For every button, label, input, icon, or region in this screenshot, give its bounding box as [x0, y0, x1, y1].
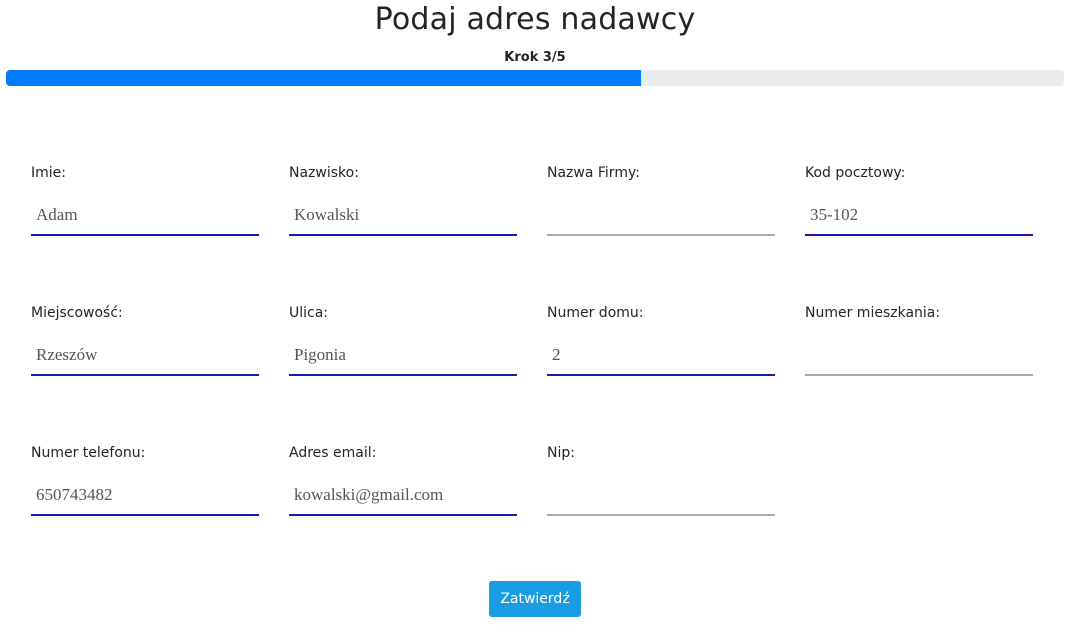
- ulica-input[interactable]: [289, 336, 517, 376]
- page-title: Podaj adres nadawcy: [374, 2, 696, 37]
- imie-input[interactable]: [31, 196, 259, 236]
- field-nazwisko: Nazwisko:: [289, 163, 517, 236]
- progress-bar-track: [6, 70, 1064, 86]
- adres-email-input[interactable]: [289, 476, 517, 516]
- ulica-label: Ulica:: [289, 305, 329, 321]
- submit-button[interactable]: Zatwierdź: [489, 581, 581, 617]
- numer-mieszkania-input[interactable]: [805, 336, 1033, 376]
- nip-input[interactable]: [547, 476, 775, 516]
- numer-telefonu-input[interactable]: [31, 476, 259, 516]
- nazwa-firmy-input[interactable]: [547, 196, 775, 236]
- numer-domu-label: Numer domu:: [547, 305, 644, 321]
- field-imie: Imie:: [31, 163, 259, 236]
- field-numer-telefonu: Numer telefonu:: [31, 443, 259, 516]
- numer-telefonu-label: Numer telefonu:: [31, 445, 146, 461]
- field-numer-mieszkania: Numer mieszkania:: [805, 303, 1033, 376]
- nip-label: Nip:: [547, 445, 575, 461]
- adres-email-label: Adres email:: [289, 445, 377, 461]
- field-nazwa-firmy: Nazwa Firmy:: [547, 163, 775, 236]
- progress-bar-fill: [6, 70, 641, 86]
- field-adres-email: Adres email:: [289, 443, 517, 516]
- kod-pocztowy-label: Kod pocztowy:: [805, 165, 906, 181]
- field-numer-domu: Numer domu:: [547, 303, 775, 376]
- field-ulica: Ulica:: [289, 303, 517, 376]
- nazwisko-label: Nazwisko:: [289, 165, 359, 181]
- miejscowosc-input[interactable]: [31, 336, 259, 376]
- kod-pocztowy-input[interactable]: [805, 196, 1033, 236]
- miejscowosc-label: Miejscowość:: [31, 305, 123, 321]
- field-kod-pocztowy: Kod pocztowy:: [805, 163, 1033, 236]
- numer-domu-input[interactable]: [547, 336, 775, 376]
- numer-mieszkania-label: Numer mieszkania:: [805, 305, 941, 321]
- nazwisko-input[interactable]: [289, 196, 517, 236]
- field-miejscowosc: Miejscowość:: [31, 303, 259, 376]
- imie-label: Imie:: [31, 165, 66, 181]
- step-indicator: Krok 3/5: [504, 50, 566, 65]
- nazwa-firmy-label: Nazwa Firmy:: [547, 165, 640, 181]
- field-nip: Nip:: [547, 443, 775, 516]
